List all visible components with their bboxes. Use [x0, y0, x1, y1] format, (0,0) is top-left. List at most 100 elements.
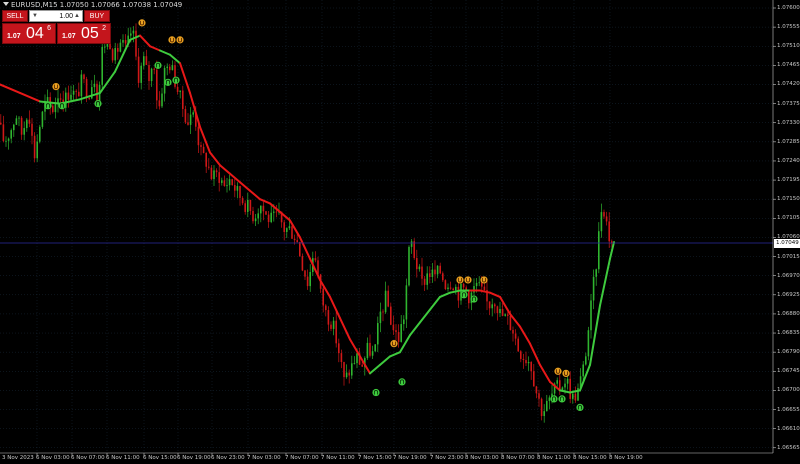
- candles: [0, 23, 613, 423]
- candle-body: [569, 378, 571, 399]
- candle-body: [590, 300, 592, 331]
- candle-body: [140, 65, 142, 83]
- buy-quote-pips: 05: [81, 25, 99, 42]
- candle-body: [374, 344, 376, 352]
- candle-body: [291, 226, 293, 239]
- candle-body: [377, 323, 379, 345]
- candle-body: [130, 33, 132, 36]
- ma-segment: [299, 236, 311, 260]
- chart-window[interactable]: EURUSD,M15 1.07050 1.07066 1.07038 1.070…: [0, 0, 800, 464]
- candle-body: [59, 98, 62, 100]
- lot-size-input[interactable]: [39, 11, 75, 21]
- candle-body: [135, 30, 137, 57]
- candle-body: [150, 68, 153, 82]
- time-label: 6 Nov 07:00: [71, 455, 105, 461]
- candle-body: [426, 273, 428, 285]
- candle-body: [101, 46, 103, 85]
- candle-body: [0, 122, 2, 125]
- price-label: 1.07195: [777, 177, 800, 184]
- candle-body: [189, 114, 192, 125]
- one-click-trading-panel: SELL ▼ ▲ BUY 1.07 04 6 1.07 05 2: [2, 10, 111, 44]
- candle-body: [473, 286, 475, 293]
- candle-body: [143, 56, 145, 66]
- candle-body: [520, 351, 522, 359]
- candle-body: [5, 140, 7, 142]
- ma-segment: [539, 363, 551, 383]
- candle-body: [538, 393, 540, 399]
- buy-quote[interactable]: 1.07 05 2: [57, 23, 111, 44]
- candle-body: [548, 397, 551, 401]
- ma-segment: [129, 34, 141, 41]
- candle-body: [286, 228, 288, 232]
- candle-body: [452, 288, 454, 291]
- candle-body: [345, 372, 348, 378]
- candle-body: [561, 387, 564, 391]
- chevron-down-icon: [3, 2, 9, 6]
- candle-body: [252, 210, 254, 222]
- candle-body: [83, 74, 85, 80]
- candle-body: [421, 266, 423, 279]
- candle-body: [351, 363, 353, 376]
- candle-body: [270, 212, 272, 223]
- candle-body: [309, 271, 311, 287]
- lot-size-stepper[interactable]: ▼ ▲: [29, 10, 83, 22]
- ma-segment: [519, 325, 531, 345]
- candle-body: [161, 93, 163, 107]
- candle-body: [156, 69, 158, 101]
- time-label: 3 Nov 2023: [2, 455, 34, 461]
- candle-body: [413, 241, 415, 258]
- candle-body: [18, 117, 20, 119]
- candle-body: [182, 90, 184, 110]
- candle-body: [455, 286, 457, 291]
- sell-button[interactable]: SELL: [2, 10, 28, 22]
- candle-body: [239, 186, 241, 198]
- buy-button[interactable]: BUY: [84, 10, 110, 22]
- time-label: 8 Nov 11:00: [537, 455, 571, 461]
- ma-segment: [199, 125, 211, 154]
- candle-body: [418, 266, 421, 270]
- symbol-info[interactable]: EURUSD,M15 1.07050 1.07066 1.07038 1.070…: [3, 1, 182, 9]
- ma-segment: [19, 91, 41, 103]
- lot-increase-icon[interactable]: ▲: [73, 11, 81, 21]
- ma-segment: [239, 181, 251, 192]
- ma-segment: [149, 45, 161, 52]
- lot-decrease-icon[interactable]: ▼: [31, 11, 39, 21]
- candle-body: [429, 273, 431, 277]
- price-label: 1.07330: [777, 119, 800, 126]
- candle-body: [507, 314, 509, 316]
- candle-body: [26, 119, 28, 129]
- price-chart[interactable]: [0, 0, 800, 464]
- candle-body: [262, 205, 265, 212]
- candle-body: [218, 172, 220, 183]
- candle-body: [605, 216, 608, 222]
- candle-body: [595, 269, 597, 277]
- candle-body: [23, 128, 25, 135]
- candle-body: [247, 199, 249, 212]
- sell-quote[interactable]: 1.07 04 6: [2, 23, 56, 44]
- candle-body: [20, 117, 23, 135]
- candle-body: [400, 324, 402, 342]
- ma-segment: [429, 295, 441, 311]
- candle-body: [124, 40, 127, 44]
- ma-segment: [219, 164, 231, 175]
- candle-body: [423, 278, 426, 285]
- candle-body: [296, 240, 298, 243]
- time-label: 7 Nov 19:00: [393, 455, 427, 461]
- candle-body: [598, 231, 600, 270]
- candle-body: [405, 285, 408, 320]
- price-label: 1.06790: [777, 349, 800, 356]
- candle-body: [213, 170, 215, 180]
- time-label: 7 Nov 23:00: [430, 455, 464, 461]
- candle-body: [226, 185, 228, 187]
- candle-body: [343, 362, 345, 378]
- sell-quote-prefix: 1.07: [7, 33, 21, 40]
- candle-body: [494, 304, 496, 307]
- candle-body: [231, 179, 233, 186]
- candle-body: [603, 212, 605, 217]
- ma-segment: [339, 317, 351, 341]
- candle-body: [348, 372, 350, 376]
- buy-quote-prefix: 1.07: [62, 33, 76, 40]
- candle-body: [366, 342, 369, 359]
- candle-body: [574, 393, 577, 401]
- ma-segment: [329, 295, 341, 320]
